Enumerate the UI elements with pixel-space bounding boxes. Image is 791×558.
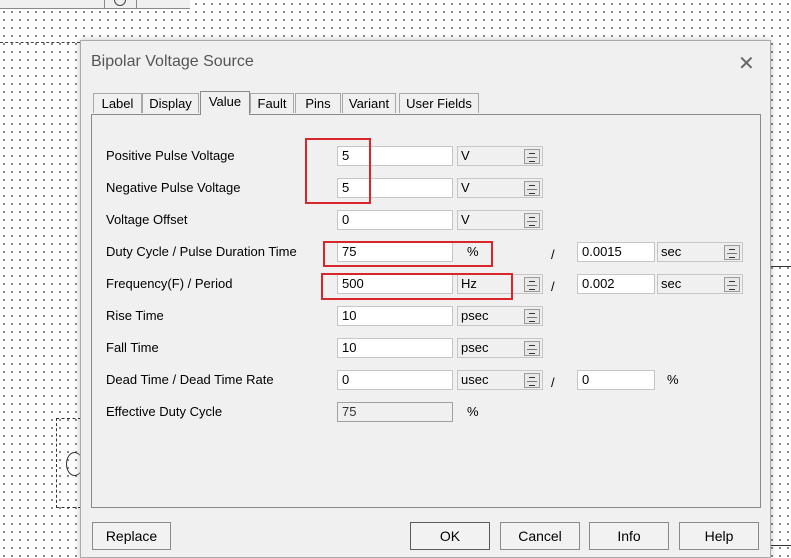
highlight-box-frequency xyxy=(321,273,513,300)
voltage-offset-label: Voltage Offset xyxy=(106,212,188,227)
dialog-title: Bipolar Voltage Source xyxy=(91,53,254,70)
dead-time-unit-select[interactable]: usec xyxy=(457,370,543,390)
spinner-icon[interactable] xyxy=(524,149,540,164)
unit-text: sec xyxy=(661,244,682,259)
unit-text: psec xyxy=(461,340,489,355)
tab-label[interactable]: Label xyxy=(93,93,142,113)
replace-button[interactable]: Replace xyxy=(92,522,171,550)
rise-time-label: Rise Time xyxy=(106,308,164,323)
highlight-box-duty-cycle xyxy=(323,241,493,267)
unit-text: sec xyxy=(661,276,682,291)
tab-pins[interactable]: Pins xyxy=(295,93,341,113)
rise-time-unit-select[interactable]: psec xyxy=(457,306,543,326)
unit-text: usec xyxy=(461,372,489,387)
spinner-icon[interactable] xyxy=(724,277,740,292)
pulse-duration-unit-select[interactable]: sec xyxy=(657,242,743,262)
unit-text: psec xyxy=(461,308,489,323)
pulse-duration-time-input[interactable]: 0.0015 xyxy=(577,242,655,262)
unit-text: V xyxy=(461,148,470,163)
dead-time-input[interactable]: 0 xyxy=(337,370,453,390)
spinner-icon[interactable] xyxy=(724,245,740,260)
negative-pulse-voltage-unit-select[interactable]: V xyxy=(457,178,543,198)
spinner-icon[interactable] xyxy=(524,373,540,388)
dead-time-rate-input[interactable]: 0 xyxy=(577,370,655,390)
period-unit-select[interactable]: sec xyxy=(657,274,743,294)
tab-fault[interactable]: Fault xyxy=(250,93,294,113)
info-button[interactable]: Info xyxy=(589,522,669,550)
bipolar-voltage-source-dialog: Bipolar Voltage Source ✕ Label Display V… xyxy=(80,40,771,558)
background-toolbar-strip xyxy=(0,0,190,9)
tab-display[interactable]: Display xyxy=(142,93,199,113)
help-button[interactable]: Help xyxy=(679,522,759,550)
unit-text: V xyxy=(461,180,470,195)
schematic-wire xyxy=(769,545,791,546)
spinner-icon[interactable] xyxy=(524,181,540,196)
toolbar-separator xyxy=(136,0,137,8)
spinner-icon[interactable] xyxy=(524,277,540,292)
highlight-box-voltages xyxy=(305,138,371,204)
cancel-button[interactable]: Cancel xyxy=(500,522,580,550)
spinner-icon[interactable] xyxy=(524,341,540,356)
unit-text: V xyxy=(461,212,470,227)
effective-duty-cycle-label: Effective Duty Cycle xyxy=(106,404,223,419)
positive-pulse-voltage-label: Positive Pulse Voltage xyxy=(106,148,235,163)
frequency-label: Frequency(F) / Period xyxy=(106,276,233,291)
effective-duty-cycle-readonly-field: 75 xyxy=(337,402,453,422)
voltage-offset-input[interactable]: 0 xyxy=(337,210,453,230)
toolbar-knob-icon xyxy=(114,0,126,6)
separator-slash: / xyxy=(551,279,555,294)
period-input[interactable]: 0.002 xyxy=(577,274,655,294)
fall-time-input[interactable]: 10 xyxy=(337,338,453,358)
ok-button[interactable]: OK xyxy=(410,522,490,550)
separator-slash: / xyxy=(551,375,555,390)
schematic-dashed-line xyxy=(0,42,80,43)
close-icon[interactable]: ✕ xyxy=(738,51,755,76)
effective-duty-cycle-unit: % xyxy=(467,404,479,419)
tab-value[interactable]: Value xyxy=(200,91,250,115)
negative-pulse-voltage-label: Negative Pulse Voltage xyxy=(106,180,241,195)
schematic-wire xyxy=(769,266,791,267)
separator-slash: / xyxy=(551,247,555,262)
dead-time-label: Dead Time / Dead Time Rate xyxy=(106,372,274,387)
tab-user-fields[interactable]: User Fields xyxy=(399,93,479,113)
spinner-icon[interactable] xyxy=(524,309,540,324)
toolbar-separator xyxy=(104,0,105,8)
duty-cycle-label: Duty Cycle / Pulse Duration Time xyxy=(106,244,297,259)
rise-time-input[interactable]: 10 xyxy=(337,306,453,326)
dead-time-rate-unit: % xyxy=(667,372,679,387)
spinner-icon[interactable] xyxy=(524,213,540,228)
fall-time-label: Fall Time xyxy=(106,340,159,355)
voltage-offset-unit-select[interactable]: V xyxy=(457,210,543,230)
fall-time-unit-select[interactable]: psec xyxy=(457,338,543,358)
positive-pulse-voltage-unit-select[interactable]: V xyxy=(457,146,543,166)
tab-variant[interactable]: Variant xyxy=(342,93,396,113)
